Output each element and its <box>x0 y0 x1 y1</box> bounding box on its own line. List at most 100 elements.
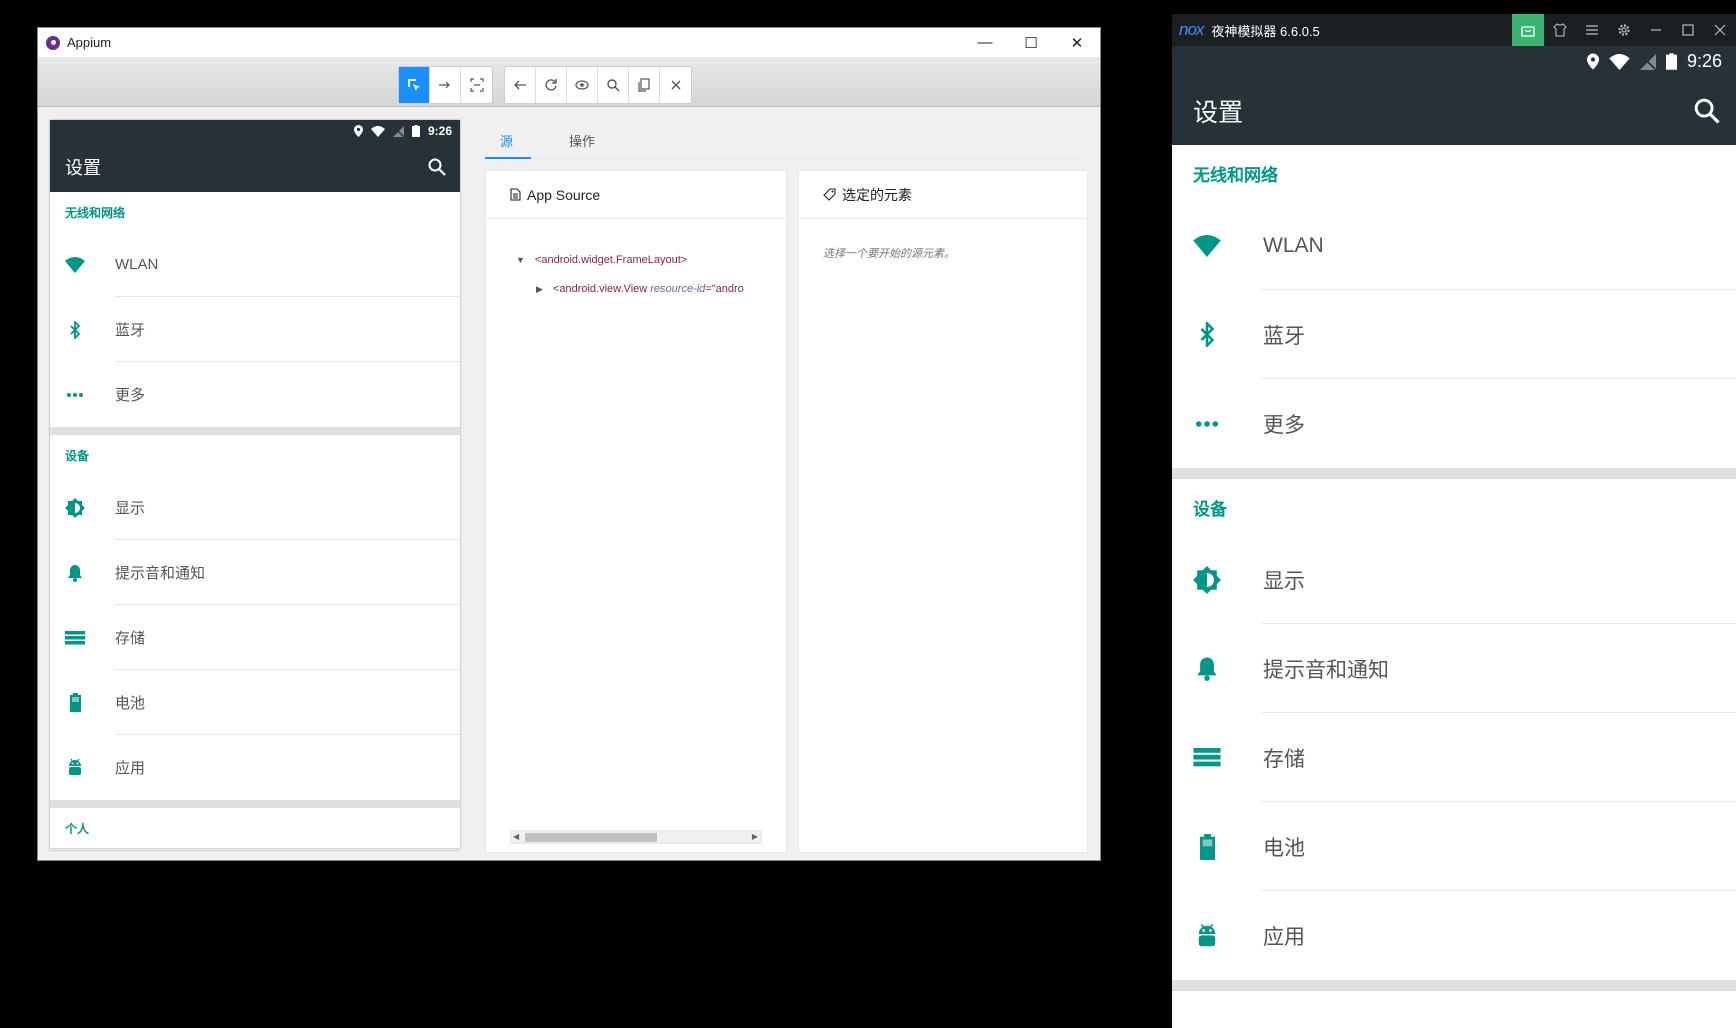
search-icon[interactable] <box>1694 98 1720 124</box>
close-icon <box>671 80 680 90</box>
minimize-button[interactable]: — <box>962 28 1008 57</box>
tree-node[interactable]: ▼ <android.widget.FrameLayout> <box>516 254 776 266</box>
search-icon[interactable] <box>428 158 446 176</box>
nox-statusbar: 9:26 <box>1172 46 1736 77</box>
setting-item-storage[interactable]: 存储 <box>1172 713 1736 802</box>
close-window-button[interactable]: ✕ <box>1054 28 1100 57</box>
section-device: 设备 显示 提示音和通知 存储 电池 应用 <box>1172 479 1736 980</box>
setting-item-sound[interactable]: 提示音和通知 <box>1172 624 1736 713</box>
search-elements-button[interactable] <box>598 67 629 103</box>
setting-item-apps[interactable]: 应用 <box>1172 891 1736 980</box>
setting-label: 蓝牙 <box>115 322 146 339</box>
appium-logo-icon <box>46 35 60 50</box>
tree-node-tag: <android.view.View <box>552 283 651 295</box>
status-time: 9:26 <box>427 124 452 138</box>
scroll-left-icon[interactable]: ◀ <box>513 832 519 841</box>
status-time: 9:26 <box>1686 51 1722 71</box>
nox-close-button[interactable] <box>1704 14 1736 46</box>
close-icon <box>1714 24 1726 36</box>
section-device: 设备 显示 提示音和通知 存储 电池 应用 <box>50 435 460 800</box>
arrow-left-icon <box>514 80 526 90</box>
scroll-right-icon[interactable]: ▶ <box>752 832 758 841</box>
selected-element-card: 选定的元素 选择一个要开始的源元素。 <box>798 170 1088 853</box>
caret-down-icon[interactable]: ▼ <box>516 255 525 265</box>
setting-item-storage[interactable]: 存储 <box>50 605 460 670</box>
brightness-icon <box>65 497 85 518</box>
battery-icon <box>1199 833 1215 860</box>
nox-store-button[interactable] <box>1512 14 1544 46</box>
setting-item-sound[interactable]: 提示音和通知 <box>50 540 460 605</box>
eye-icon <box>575 80 589 90</box>
selected-element-header: 选定的元素 <box>799 171 1087 219</box>
nox-settings-button[interactable] <box>1608 14 1640 46</box>
menu-icon <box>1586 25 1598 35</box>
start-recording-button[interactable] <box>567 67 598 103</box>
tab-source[interactable]: 源 <box>500 131 513 150</box>
action-button-group <box>504 66 692 104</box>
maximize-button[interactable]: ☐ <box>1008 28 1054 57</box>
battery-status-icon <box>1665 53 1677 70</box>
minimize-icon <box>1651 29 1661 31</box>
inspector-tabs: 源 操作 <box>485 121 1087 159</box>
tab-actions[interactable]: 操作 <box>569 131 595 150</box>
device-screenshot[interactable]: 9:26 设置 无线和网络 WLAN 蓝牙 更多 设备 显示 提示音和通知 存储… <box>50 120 460 850</box>
back-button[interactable] <box>505 67 536 103</box>
tree-node-tag: <android.widget.FrameLayout> <box>534 254 688 266</box>
section-title: 无线和网络 <box>1193 165 1278 185</box>
setting-label: 显示 <box>115 500 146 517</box>
tree-node[interactable]: ▶ <android.view.View resource-id="andro <box>536 283 768 295</box>
storage-icon <box>65 630 85 644</box>
storage-icon <box>1193 748 1221 767</box>
setting-item-apps[interactable]: 应用 <box>50 735 460 800</box>
nox-titlebar: nox 夜神模拟器 6.6.0.5 <box>1172 14 1736 46</box>
tap-coordinates-button[interactable] <box>461 67 492 103</box>
device-statusbar: 9:26 <box>50 120 460 142</box>
scrollbar-thumb[interactable] <box>525 833 657 842</box>
setting-item-bluetooth[interactable]: 蓝牙 <box>50 297 460 362</box>
search-icon <box>607 79 620 92</box>
swipe-button[interactable] <box>430 67 461 103</box>
select-element-button[interactable] <box>399 67 430 103</box>
setting-item-display[interactable]: 显示 <box>1172 535 1736 624</box>
tag-icon <box>823 188 836 201</box>
section-title: 个人 <box>65 821 90 836</box>
setting-item-battery[interactable]: 电池 <box>50 670 460 735</box>
setting-item-battery[interactable]: 电池 <box>1172 802 1736 891</box>
setting-item-wlan[interactable]: WLAN <box>50 232 460 297</box>
setting-item-more[interactable]: 更多 <box>50 362 460 427</box>
setting-item-more[interactable]: 更多 <box>1172 379 1736 468</box>
android-icon <box>69 758 81 775</box>
setting-item-display[interactable]: 显示 <box>50 475 460 540</box>
location-icon <box>1586 53 1599 70</box>
setting-label: 存储 <box>115 630 146 647</box>
more-icon <box>67 392 83 397</box>
horizontal-scrollbar[interactable]: ◀ ▶ <box>510 830 762 844</box>
quit-session-button[interactable] <box>660 67 691 103</box>
setting-label: WLAN <box>1263 233 1324 257</box>
app-source-title: App Source <box>527 186 601 203</box>
setting-label: 显示 <box>1263 569 1305 593</box>
setting-label: 更多 <box>115 387 146 404</box>
bell-icon <box>1197 657 1217 681</box>
nox-menu-button[interactable] <box>1576 14 1608 46</box>
nox-minimize-button[interactable] <box>1640 14 1672 46</box>
section-wireless: 无线和网络 WLAN 蓝牙 更多 <box>50 192 460 427</box>
caret-right-icon[interactable]: ▶ <box>536 284 543 294</box>
wifi-status-icon <box>1609 53 1630 70</box>
setting-label: 更多 <box>1263 413 1305 437</box>
setting-item-bluetooth[interactable]: 蓝牙 <box>1172 290 1736 379</box>
setting-label: 电池 <box>115 695 146 712</box>
refresh-button[interactable] <box>536 67 567 103</box>
bluetooth-icon <box>1200 322 1214 347</box>
nox-skin-button[interactable] <box>1544 14 1576 46</box>
copy-xml-button[interactable] <box>629 67 660 103</box>
maximize-icon <box>1682 24 1694 36</box>
screenshot-frame-icon <box>469 78 484 92</box>
setting-label: 应用 <box>1263 925 1305 949</box>
setting-label: WLAN <box>115 256 159 273</box>
select-cursor-icon <box>408 79 420 91</box>
nox-maximize-button[interactable] <box>1672 14 1704 46</box>
setting-item-wlan[interactable]: WLAN <box>1172 201 1736 290</box>
shopping-bag-icon <box>1521 26 1535 37</box>
more-icon <box>1196 420 1218 427</box>
